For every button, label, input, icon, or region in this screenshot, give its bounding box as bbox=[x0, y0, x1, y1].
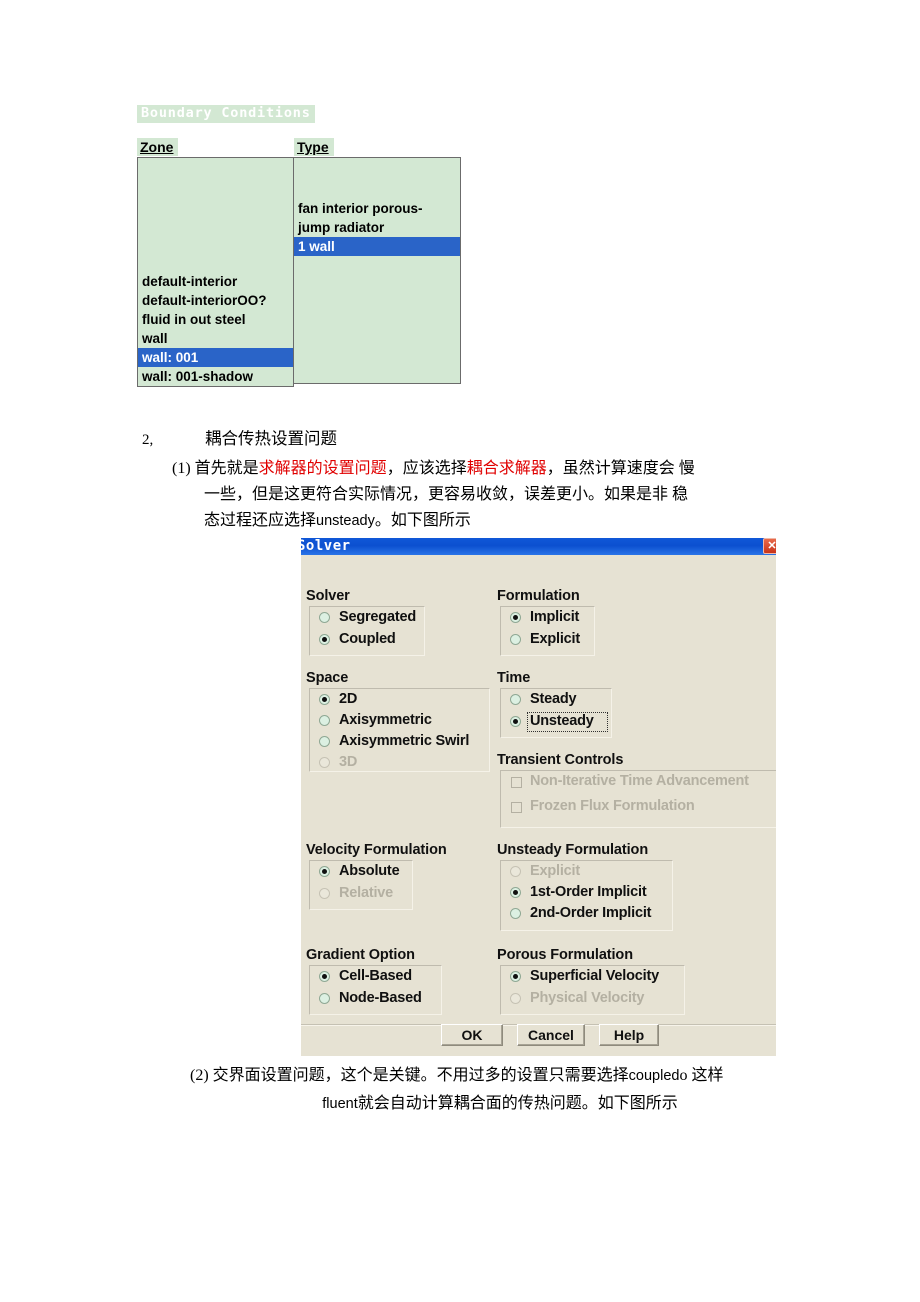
p2-text-a: (2) 交界面设置问题，这个是关键。不用过多的设置只需要选择 bbox=[190, 1067, 629, 1084]
option-label-segregated[interactable]: Segregated bbox=[339, 609, 416, 625]
p2-line-two-b: 就会自动计算耦合面的传热问题。如下图所示 bbox=[357, 1095, 678, 1112]
radio-absolute[interactable] bbox=[319, 866, 330, 877]
close-icon[interactable]: ✕ bbox=[763, 538, 776, 554]
paragraph-one: (1) 首先就是求解器的设置问题，应该选择耦合求解器，虽然计算速度会 慢 一些，… bbox=[172, 456, 792, 534]
list-item[interactable]: fan interior porous- bbox=[294, 199, 460, 218]
radio-steady[interactable] bbox=[510, 694, 521, 705]
radio-cell-based[interactable] bbox=[319, 971, 330, 982]
column-header-zone: Zone bbox=[137, 138, 179, 156]
option-label-1st-order-implicit[interactable]: 1st-Order Implicit bbox=[530, 884, 647, 900]
group-label-formulation: Formulation bbox=[497, 588, 580, 604]
radio-unsteady[interactable] bbox=[510, 716, 521, 727]
option-label-axisymmetric-swirl[interactable]: Axisymmetric Swirl bbox=[339, 733, 469, 749]
radio-explicit[interactable] bbox=[510, 634, 521, 645]
list-item[interactable]: default-interiorOO? bbox=[138, 291, 293, 310]
option-label-explicit[interactable]: Explicit bbox=[530, 631, 580, 647]
boundary-conditions-panel: Boundary Conditions Zone Type default-in… bbox=[137, 104, 462, 387]
solver-dialog-button-bar: OK Cancel Help bbox=[301, 1014, 776, 1056]
section-title: 耦合传热设置问题 bbox=[205, 429, 337, 448]
list-item[interactable]: default-interior bbox=[138, 272, 293, 291]
radio-coupled[interactable] bbox=[319, 634, 330, 645]
checkbox-frozen-flux-formulation bbox=[511, 802, 522, 813]
option-label-axisymmetric[interactable]: Axisymmetric bbox=[339, 712, 432, 728]
p2-latin-coupled: coupled bbox=[628, 1068, 680, 1084]
group-label-solver: Solver bbox=[306, 588, 350, 604]
boundary-conditions-title: Boundary Conditions bbox=[137, 105, 315, 123]
column-header-type: Type bbox=[294, 138, 334, 156]
group-label-time: Time bbox=[497, 670, 531, 686]
p1-line-two: 一些，但是这更符合实际情况，更容易收敛，误差更小。如果是非 稳 bbox=[204, 486, 689, 503]
option-label-cell-based[interactable]: Cell-Based bbox=[339, 968, 412, 984]
option-label-3d: 3D bbox=[339, 754, 358, 770]
group-box-space bbox=[309, 688, 490, 772]
radio-unsteady-explicit bbox=[510, 866, 521, 877]
group-label-space: Space bbox=[306, 670, 349, 686]
option-label-absolute[interactable]: Absolute bbox=[339, 863, 400, 879]
section-number: 2, bbox=[142, 432, 154, 448]
option-label-physical-velocity: Physical Velocity bbox=[530, 990, 645, 1006]
radio-3d bbox=[319, 757, 330, 768]
option-label-implicit[interactable]: Implicit bbox=[530, 609, 579, 625]
p1-highlight-two: 耦合求解器 bbox=[466, 460, 547, 477]
p2-latin-fluent: fluent bbox=[322, 1096, 358, 1112]
option-label-non-iterative-time-advancement: Non-Iterative Time Advancement bbox=[530, 773, 749, 789]
p1-text-b: ，应该选择 bbox=[386, 460, 467, 477]
type-list[interactable]: fan interior porous- jump radiator 1 wal… bbox=[293, 157, 461, 384]
help-button[interactable]: Help bbox=[599, 1024, 659, 1046]
option-label-superficial-velocity[interactable]: Superficial Velocity bbox=[530, 968, 659, 984]
solver-dialog-body: Solver Segregated Coupled Formulation Im… bbox=[301, 555, 776, 1056]
radio-node-based[interactable] bbox=[319, 993, 330, 1004]
option-label-2d[interactable]: 2D bbox=[339, 691, 357, 707]
radio-implicit[interactable] bbox=[510, 612, 521, 623]
p1-text-a: (1) 首先就是 bbox=[172, 460, 259, 477]
p1-line-three-a: 态过程还应选择 bbox=[204, 512, 317, 529]
solver-dialog-titlebar[interactable]: Solver ✕ bbox=[301, 538, 776, 555]
option-label-2nd-order-implicit[interactable]: 2nd-Order Implicit bbox=[530, 905, 651, 921]
paragraph-two: (2) 交界面设置问题，这个是关键。不用过多的设置只需要选择coupledo 这… bbox=[190, 1062, 810, 1118]
group-label-porous-formulation: Porous Formulation bbox=[497, 947, 633, 963]
option-label-unsteady[interactable]: Unsteady bbox=[530, 713, 594, 729]
list-item[interactable]: wall bbox=[138, 329, 293, 348]
checkbox-non-iterative-time-advancement bbox=[511, 777, 522, 788]
option-label-unsteady-explicit: Explicit bbox=[530, 863, 580, 879]
radio-superficial-velocity[interactable] bbox=[510, 971, 521, 982]
option-label-coupled[interactable]: Coupled bbox=[339, 631, 396, 647]
radio-physical-velocity bbox=[510, 993, 521, 1004]
radio-2nd-order-implicit[interactable] bbox=[510, 908, 521, 919]
radio-relative bbox=[319, 888, 330, 899]
p1-line-three-b: 。如下图所示 bbox=[374, 512, 471, 529]
p1-line-three-latin: unsteady bbox=[316, 513, 375, 529]
group-label-transient-controls: Transient Controls bbox=[497, 752, 624, 768]
option-label-steady[interactable]: Steady bbox=[530, 691, 577, 707]
zone-list[interactable]: default-interior default-interiorOO? flu… bbox=[137, 157, 294, 387]
list-item[interactable]: jump radiator bbox=[294, 218, 460, 237]
option-label-frozen-flux-formulation: Frozen Flux Formulation bbox=[530, 798, 695, 814]
option-label-relative: Relative bbox=[339, 885, 394, 901]
p1-text-c: ，虽然计算速度会 慢 bbox=[546, 460, 695, 477]
ok-button[interactable]: OK bbox=[441, 1024, 503, 1046]
solver-dialog-title: Solver bbox=[301, 538, 351, 554]
group-label-unsteady-formulation: Unsteady Formulation bbox=[497, 842, 649, 858]
radio-1st-order-implicit[interactable] bbox=[510, 887, 521, 898]
group-label-velocity-formulation: Velocity Formulation bbox=[306, 842, 447, 858]
solver-dialog: Solver ✕ Solver Segregated Coupled Formu… bbox=[301, 538, 776, 1056]
radio-segregated[interactable] bbox=[319, 612, 330, 623]
p1-highlight-one: 求解器的设置问题 bbox=[258, 460, 387, 477]
option-label-node-based[interactable]: Node-Based bbox=[339, 990, 422, 1006]
radio-axisymmetric[interactable] bbox=[319, 715, 330, 726]
cancel-button[interactable]: Cancel bbox=[517, 1024, 585, 1046]
list-item-selected[interactable]: wall: 001 bbox=[138, 348, 293, 367]
radio-2d[interactable] bbox=[319, 694, 330, 705]
list-item[interactable]: wall: 001-shadow bbox=[138, 367, 293, 386]
boundary-conditions-column-headers: Zone Type bbox=[137, 138, 462, 157]
list-item[interactable]: fluid in out steel bbox=[138, 310, 293, 329]
radio-axisymmetric-swirl[interactable] bbox=[319, 736, 330, 747]
group-label-gradient-option: Gradient Option bbox=[306, 947, 415, 963]
boundary-conditions-lists: default-interior default-interiorOO? flu… bbox=[137, 157, 462, 387]
list-item-selected[interactable]: 1 wall bbox=[294, 237, 460, 256]
p2-text-b: o 这样 bbox=[679, 1067, 724, 1084]
